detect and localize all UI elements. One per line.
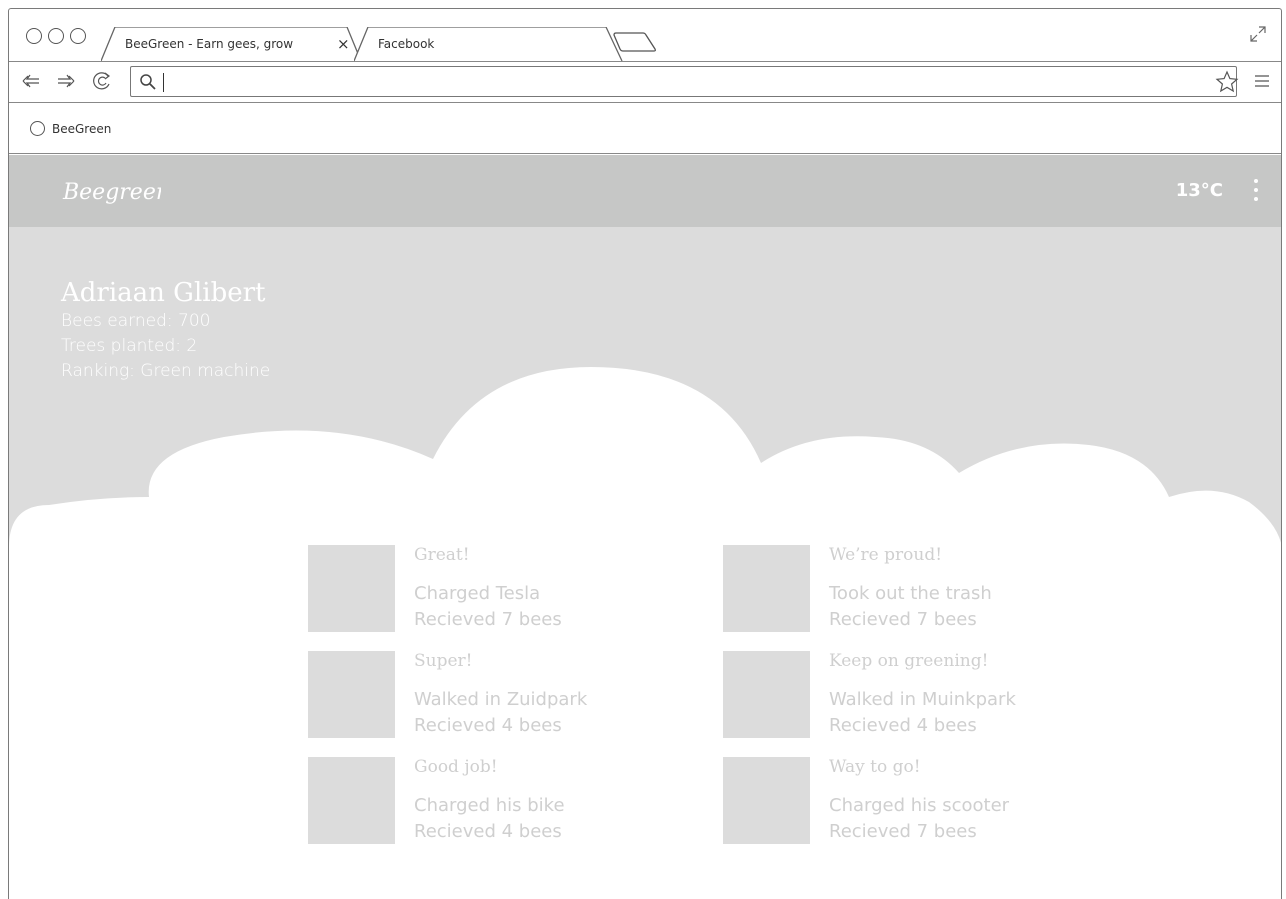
- feed-item[interactable]: We’re proud! Took out the trash Recieved…: [723, 545, 1063, 635]
- feed-item[interactable]: Super! Walked in Zuidpark Recieved 4 bee…: [308, 651, 648, 741]
- tab-facebook[interactable]: Facebook: [354, 27, 624, 62]
- tab-beegreen[interactable]: BeeGreen - Earn gees, grow ×: [101, 27, 361, 62]
- tab-bar: BeeGreen - Earn gees, grow × Facebook: [9, 9, 1281, 62]
- new-tab-button[interactable]: [613, 27, 657, 62]
- feed-reward: Recieved 7 bees: [829, 821, 977, 842]
- feed-activity: Charged his scooter: [829, 795, 1010, 816]
- url-input[interactable]: [165, 70, 1185, 93]
- feed-item[interactable]: Keep on greening! Walked in Muinkpark Re…: [723, 651, 1063, 741]
- browser-window: BeeGreen - Earn gees, grow × Facebook Be…: [8, 8, 1282, 899]
- feed-item[interactable]: Way to go! Charged his scooter Recieved …: [723, 757, 1063, 847]
- feed-headline: Super!: [414, 651, 473, 671]
- back-arrow-icon[interactable]: [20, 70, 42, 92]
- star-icon[interactable]: [1215, 70, 1239, 94]
- minimize-window-button[interactable]: [48, 28, 64, 44]
- feed-item[interactable]: Good job! Charged his bike Recieved 4 be…: [308, 757, 648, 847]
- hamburger-menu-icon[interactable]: [1253, 72, 1271, 90]
- feed-headline: Good job!: [414, 757, 498, 777]
- magnifier-icon: [140, 74, 156, 90]
- logo-script: Beegreen: [62, 180, 170, 205]
- feed-reward: Recieved 7 bees: [414, 609, 562, 630]
- bookmark-label: BeeGreen: [52, 121, 112, 136]
- feed-activity: Charged his bike: [414, 795, 565, 816]
- hero-section: Adriaan Glibert Bees earned: 700 Trees p…: [9, 227, 1281, 899]
- feed-headline: Great!: [414, 545, 470, 565]
- address-bar[interactable]: [130, 66, 1237, 97]
- feed-thumbnail: [308, 545, 395, 632]
- feed-headline: Way to go!: [829, 757, 921, 777]
- feed-headline: Keep on greening!: [829, 651, 989, 671]
- temperature-display: 13°C: [1175, 180, 1223, 201]
- tab-close-icon[interactable]: ×: [337, 35, 350, 53]
- activity-feed: Great! Charged Tesla Recieved 7 bees We’…: [9, 227, 1281, 899]
- bookmarks-bar: BeeGreen: [9, 103, 1281, 154]
- feed-thumbnail: [723, 757, 810, 844]
- feed-activity: Charged Tesla: [414, 583, 541, 604]
- page-content: Beegreen 13°C Adriaan Glibert Bees earne…: [9, 155, 1281, 899]
- feed-headline: We’re proud!: [829, 545, 943, 565]
- close-window-button[interactable]: [26, 28, 42, 44]
- feed-reward: Recieved 7 bees: [829, 609, 977, 630]
- expand-window-icon[interactable]: [1249, 25, 1267, 43]
- bookmark-circle-icon: [30, 121, 45, 136]
- feed-thumbnail: [723, 545, 810, 632]
- app-header: Beegreen 13°C: [9, 155, 1281, 227]
- forward-arrow-icon[interactable]: [55, 70, 77, 92]
- feed-activity: Took out the trash: [829, 583, 992, 604]
- beegreen-logo[interactable]: Beegreen: [61, 171, 170, 211]
- feed-reward: Recieved 4 bees: [414, 821, 562, 842]
- tab-label: BeeGreen - Earn gees, grow: [125, 37, 294, 51]
- zoom-window-button[interactable]: [70, 28, 86, 44]
- feed-reward: Recieved 4 bees: [414, 715, 562, 736]
- feed-item[interactable]: Great! Charged Tesla Recieved 7 bees: [308, 545, 648, 635]
- feed-thumbnail: [723, 651, 810, 738]
- logo-text: Beegreen: [62, 180, 161, 205]
- reload-icon[interactable]: [91, 70, 113, 92]
- feed-thumbnail: [308, 651, 395, 738]
- feed-thumbnail: [308, 757, 395, 844]
- feed-activity: Walked in Zuidpark: [414, 689, 588, 710]
- feed-reward: Recieved 4 bees: [829, 715, 977, 736]
- navigation-bar: [9, 61, 1281, 103]
- new-tab-icon: [613, 32, 656, 52]
- tab-label: Facebook: [378, 37, 435, 51]
- feed-activity: Walked in Muinkpark: [829, 689, 1016, 710]
- more-vertical-icon[interactable]: [1253, 179, 1259, 203]
- bookmark-beegreen[interactable]: BeeGreen: [30, 121, 111, 136]
